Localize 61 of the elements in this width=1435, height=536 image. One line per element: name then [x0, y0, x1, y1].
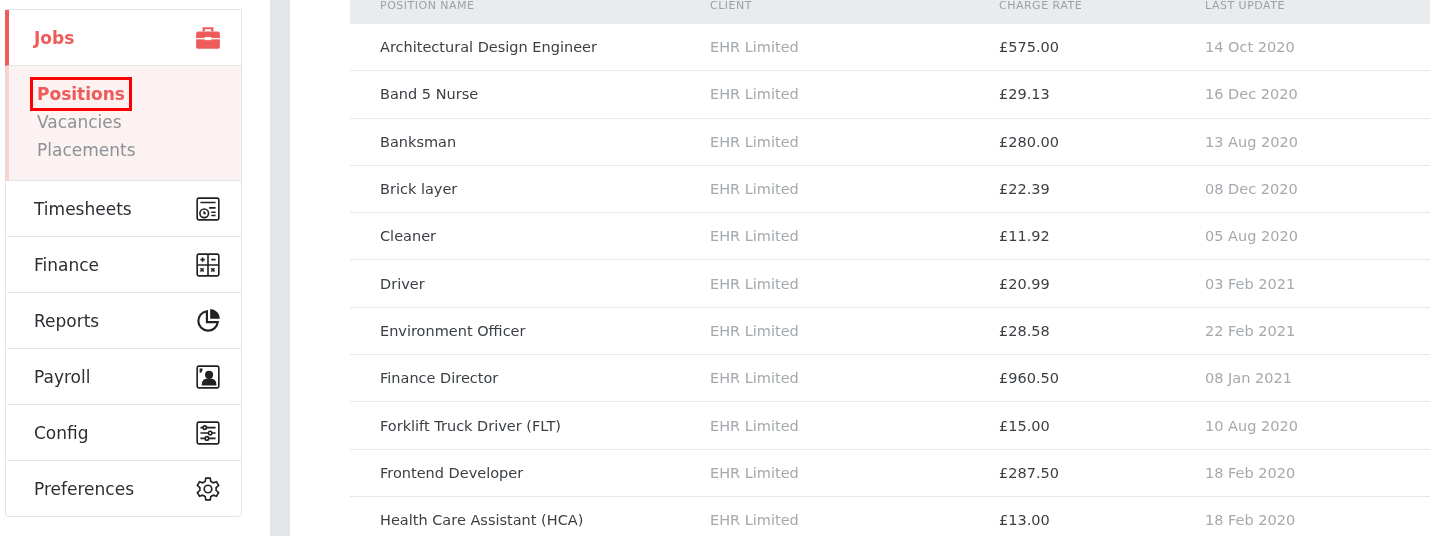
table-cell-text: £287.50 [999, 464, 1060, 481]
table-cell-text: EHR Limited [710, 370, 800, 387]
table-cell-text: EHR Limited [710, 464, 800, 481]
table-cell-text: 10 Aug 2020 [1205, 417, 1299, 434]
table-cell-text: Driver [380, 275, 426, 292]
table-cell-text: EHR Limited [710, 39, 800, 56]
table-cell-text: £280.00 [999, 133, 1060, 150]
nav-item[interactable]: Timesheets [5, 181, 241, 237]
sliders-icon [195, 419, 221, 446]
table-cell-text: Cleaner [380, 228, 438, 245]
table-cell-text: 18 Feb 2020 [1205, 512, 1297, 529]
table-cell-text: £960.50 [999, 370, 1060, 387]
table-cell-text: £15.00 [999, 417, 1051, 434]
nav-item[interactable]: Config [5, 405, 241, 461]
person-card-icon [195, 363, 221, 390]
table-cell-text: £20.99 [999, 275, 1051, 292]
table-cell-text: EHR Limited [710, 275, 800, 292]
table-cell-text: EHR Limited [710, 228, 800, 245]
column-header: CHARGE RATE [999, 0, 1084, 12]
nav-item[interactable]: Reports [5, 293, 241, 349]
briefcase-icon [195, 24, 221, 51]
calculator-icon [195, 251, 221, 278]
table-cell-text: Brick layer [380, 181, 459, 198]
table-cell-text: Health Care Assistant (HCA) [380, 512, 585, 529]
table-cell-text: 05 Aug 2020 [1205, 228, 1299, 245]
table-cell-text: Environment Officer [380, 322, 527, 339]
table-cell-text: EHR Limited [710, 417, 800, 434]
table-cell-text: 18 Feb 2020 [1205, 464, 1297, 481]
table-cell-text: 13 Aug 2020 [1205, 133, 1299, 150]
table-cell-text: Finance Director [380, 370, 500, 387]
nav-item[interactable]: Payroll [5, 349, 241, 405]
table-cell-text: Forklift Truck Driver (FLT) [380, 417, 562, 434]
table-cell-text: 08 Dec 2020 [1205, 181, 1299, 198]
table-cell-text: Banksman [380, 133, 458, 150]
table-cell-text: Architectural Design Engineer [380, 39, 598, 56]
nav-item[interactable]: Finance [5, 237, 241, 293]
table-cell-text: £22.39 [999, 181, 1051, 198]
table-cell-text: EHR Limited [710, 86, 800, 103]
table-cell-text: £575.00 [999, 39, 1060, 56]
settings-icon [195, 475, 221, 502]
pie-chart-icon [195, 307, 221, 334]
table-cell-text: 08 Jan 2021 [1205, 370, 1293, 387]
timesheet-icon [195, 195, 221, 222]
table-cell-text: EHR Limited [710, 322, 800, 339]
nav-item[interactable]: Preferences [5, 461, 241, 516]
table-cell-text: Frontend Developer [380, 464, 525, 481]
table-cell-text: EHR Limited [710, 512, 800, 529]
table-cell-text: EHR Limited [710, 181, 800, 198]
table-cell-text: EHR Limited [710, 133, 800, 150]
column-header: LAST UPDATE [1205, 0, 1286, 12]
table-cell-text: Band 5 Nurse [380, 86, 480, 103]
table-cell-text: £28.58 [999, 322, 1051, 339]
table-cell-text: 03 Feb 2021 [1205, 275, 1297, 292]
table-cell-text: 16 Dec 2020 [1205, 86, 1299, 103]
table-cell-text: £29.13 [999, 86, 1051, 103]
column-header: CLIENT [710, 0, 753, 12]
table-cell-text: £13.00 [999, 512, 1051, 529]
column-header: POSITION NAME [380, 0, 476, 12]
table-cell-text: 22 Feb 2021 [1205, 322, 1297, 339]
table-cell-text: 14 Oct 2020 [1205, 39, 1296, 56]
table-cell-text: £11.92 [999, 228, 1051, 245]
